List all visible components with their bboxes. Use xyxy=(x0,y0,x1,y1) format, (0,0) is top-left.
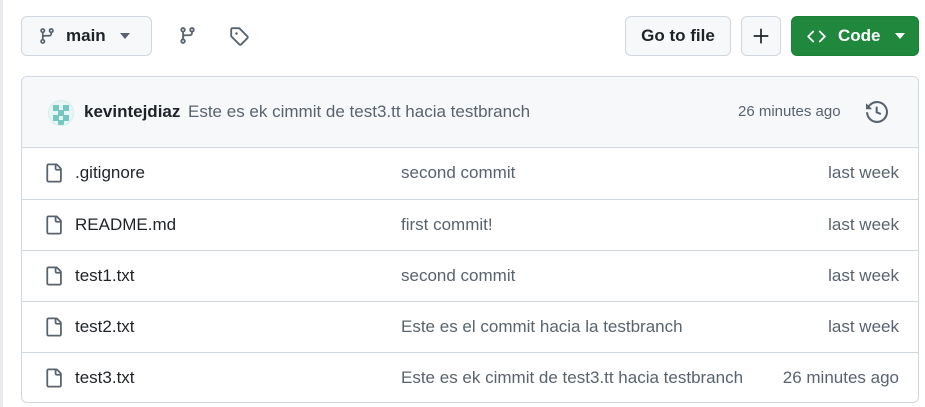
triangle-down-icon xyxy=(119,33,130,39)
file-commit-message[interactable]: Este es ek cimmit de test3.tt hacia test… xyxy=(401,368,743,388)
file-commit-time: last week xyxy=(828,163,899,182)
file-row[interactable]: test1.txt second commit last week xyxy=(22,250,918,301)
add-file-button[interactable] xyxy=(741,16,781,56)
branch-select-button[interactable]: main xyxy=(21,16,152,56)
file-icon xyxy=(44,368,63,393)
file-name[interactable]: test1.txt xyxy=(75,266,135,286)
code-button[interactable]: Code xyxy=(791,16,919,56)
branch-name: main xyxy=(66,26,106,45)
file-commit-time: last week xyxy=(828,215,899,234)
file-row[interactable]: .gitignore second commit last week xyxy=(22,148,918,199)
history-icon[interactable] xyxy=(866,100,889,128)
latest-commit-bar: kevintejdiaz Este es ek cimmit de test3.… xyxy=(22,77,918,148)
file-name[interactable]: README.md xyxy=(75,215,176,235)
file-row[interactable]: test2.txt Este es el commit hacia la tes… xyxy=(22,301,918,352)
file-icon xyxy=(44,317,63,342)
code-button-label: Code xyxy=(838,26,881,45)
window-edge xyxy=(0,0,3,407)
commit-author[interactable]: kevintejdiaz xyxy=(84,102,180,122)
tag-icon[interactable] xyxy=(229,26,249,51)
file-icon xyxy=(44,163,63,188)
file-icon xyxy=(44,266,63,291)
file-icon xyxy=(44,215,63,240)
commit-message[interactable]: Este es ek cimmit de test3.tt hacia test… xyxy=(188,102,530,122)
file-commit-message[interactable]: second commit xyxy=(401,266,515,286)
git-branch-icon xyxy=(38,27,56,45)
file-row[interactable]: test3.txt Este es ek cimmit de test3.tt … xyxy=(22,352,918,402)
code-icon xyxy=(807,27,826,46)
file-commit-time: last week xyxy=(828,317,899,336)
triangle-down-icon xyxy=(894,33,905,39)
file-browser: kevintejdiaz Este es ek cimmit de test3.… xyxy=(21,76,919,403)
avatar[interactable] xyxy=(48,100,74,126)
file-name[interactable]: test2.txt xyxy=(75,317,135,337)
git-branch-icon[interactable] xyxy=(178,26,197,50)
file-commit-message[interactable]: second commit xyxy=(401,163,515,183)
file-commit-time: last week xyxy=(828,266,899,285)
commit-time[interactable]: 26 minutes ago xyxy=(738,103,841,120)
file-commit-message[interactable]: first commit! xyxy=(401,215,493,235)
file-name[interactable]: test3.txt xyxy=(75,368,135,388)
file-list: .gitignore second commit last week READM… xyxy=(22,148,918,402)
file-commit-time: 26 minutes ago xyxy=(782,368,899,387)
plus-icon xyxy=(752,27,770,45)
go-to-file-button[interactable]: Go to file xyxy=(625,16,731,56)
file-commit-message[interactable]: Este es el commit hacia la testbranch xyxy=(401,317,683,337)
file-row[interactable]: README.md first commit! last week xyxy=(22,199,918,250)
file-name[interactable]: .gitignore xyxy=(75,163,145,183)
